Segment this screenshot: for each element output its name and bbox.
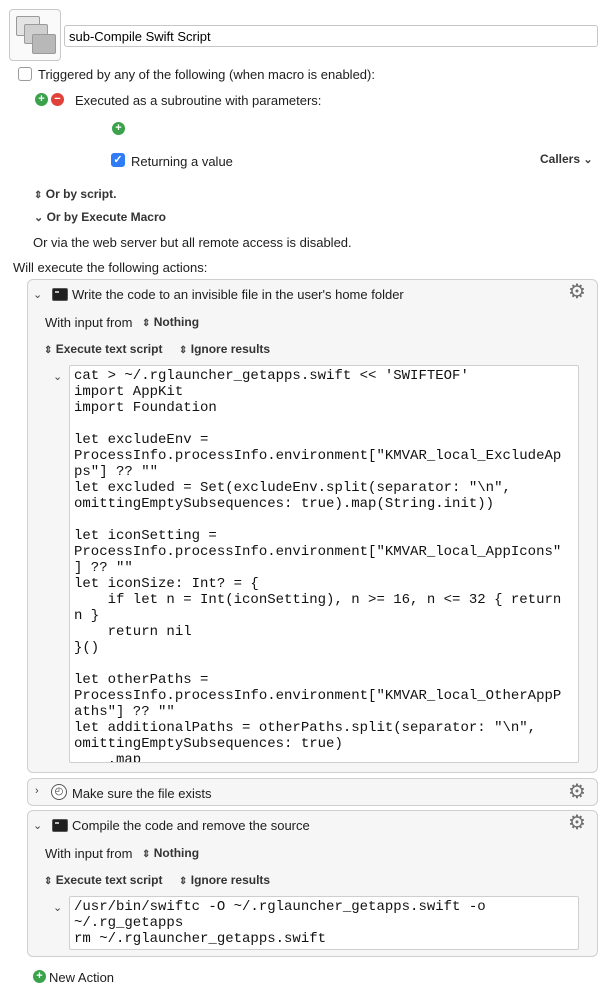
execute-mode-popup[interactable]: ⇕ Execute text script — [44, 873, 162, 887]
gear-icon[interactable]: ⚙ — [568, 813, 586, 833]
terminal-icon — [52, 288, 68, 301]
add-trigger-button[interactable]: + — [35, 93, 48, 106]
macro-icon[interactable] — [9, 9, 61, 61]
action-compile-code[interactable]: ⌄ Compile the code and remove the source… — [27, 810, 598, 957]
results-value: Ignore results — [190, 873, 271, 887]
execute-mode-value: Execute text script — [55, 342, 163, 356]
with-input-label: With input from — [45, 315, 133, 330]
new-action-button[interactable]: New Action — [49, 970, 114, 985]
callers-menu[interactable]: Callers ⌄ — [540, 152, 593, 166]
or-by-execute-macro-toggle[interactable]: ⌄ Or by Execute Macro — [34, 210, 166, 224]
new-action-plus-icon[interactable]: + — [33, 970, 46, 983]
collapse-chevron-icon[interactable]: ⌄ — [33, 819, 42, 832]
triggered-checkbox[interactable] — [18, 67, 32, 81]
action-title[interactable]: Write the code to an invisible file in t… — [72, 287, 404, 302]
action-make-sure-file-exists[interactable]: › ◴ Make sure the file exists ⚙ — [27, 778, 598, 806]
macro-name-field[interactable] — [64, 25, 598, 47]
with-input-label: With input from — [45, 846, 133, 861]
remove-trigger-button[interactable]: − — [51, 93, 64, 106]
input-source-popup[interactable]: ⇕ Nothing — [142, 315, 199, 329]
execute-mode-popup[interactable]: ⇕ Execute text script — [44, 342, 162, 356]
add-parameter-button[interactable]: + — [112, 122, 125, 135]
chevron-down-icon: ⌄ — [34, 212, 44, 224]
terminal-icon — [52, 819, 68, 832]
callers-label: Callers — [540, 152, 581, 166]
execute-mode-value: Execute text script — [55, 873, 163, 887]
input-source-value: Nothing — [153, 846, 200, 860]
code-collapse-chevron-icon[interactable]: ⌄ — [53, 370, 62, 383]
results-value: Ignore results — [190, 342, 271, 356]
web-server-note: Or via the web server but all remote acc… — [33, 235, 352, 250]
will-execute-heading: Will execute the following actions: — [13, 260, 208, 275]
script-editor[interactable]: /usr/bin/swiftc -O ~/.rglauncher_getapps… — [69, 896, 579, 950]
or-by-script-label: Or by script. — [45, 187, 117, 201]
stepper-icon: ⇕ — [44, 876, 53, 887]
stepper-icon: ⇕ — [44, 345, 53, 356]
clock-icon: ◴ — [51, 784, 67, 800]
collapse-chevron-icon[interactable]: ⌄ — [33, 288, 42, 301]
action-title[interactable]: Make sure the file exists — [72, 786, 211, 801]
action-title[interactable]: Compile the code and remove the source — [72, 818, 310, 833]
stepper-icon: ⇕ — [179, 876, 188, 887]
results-popup[interactable]: ⇕ Ignore results — [179, 873, 270, 887]
input-source-popup[interactable]: ⇕ Nothing — [142, 846, 199, 860]
triggered-label: Triggered by any of the following (when … — [38, 67, 375, 82]
subroutine-label: Executed as a subroutine with parameters… — [75, 93, 322, 108]
or-by-script-toggle[interactable]: ⇕ Or by script. — [34, 187, 116, 201]
results-popup[interactable]: ⇕ Ignore results — [179, 342, 270, 356]
stepper-icon: ⇕ — [142, 849, 151, 860]
returning-value-label: Returning a value — [131, 154, 233, 169]
stepper-icon: ⇕ — [34, 190, 43, 201]
action-write-code[interactable]: ⌄ Write the code to an invisible file in… — [27, 279, 598, 773]
expand-chevron-icon[interactable]: › — [35, 785, 39, 797]
returning-value-checkbox[interactable]: ✓ — [111, 153, 125, 167]
code-collapse-chevron-icon[interactable]: ⌄ — [53, 901, 62, 914]
input-source-value: Nothing — [153, 315, 200, 329]
gear-icon[interactable]: ⚙ — [568, 282, 586, 302]
stepper-icon: ⇕ — [142, 318, 151, 329]
or-by-execute-macro-label: Or by Execute Macro — [46, 210, 166, 224]
stepper-icon: ⇕ — [179, 345, 188, 356]
chevron-down-icon: ⌄ — [583, 154, 593, 166]
script-editor[interactable]: cat > ~/.rglauncher_getapps.swift << 'SW… — [69, 365, 579, 763]
gear-icon[interactable]: ⚙ — [568, 782, 586, 802]
